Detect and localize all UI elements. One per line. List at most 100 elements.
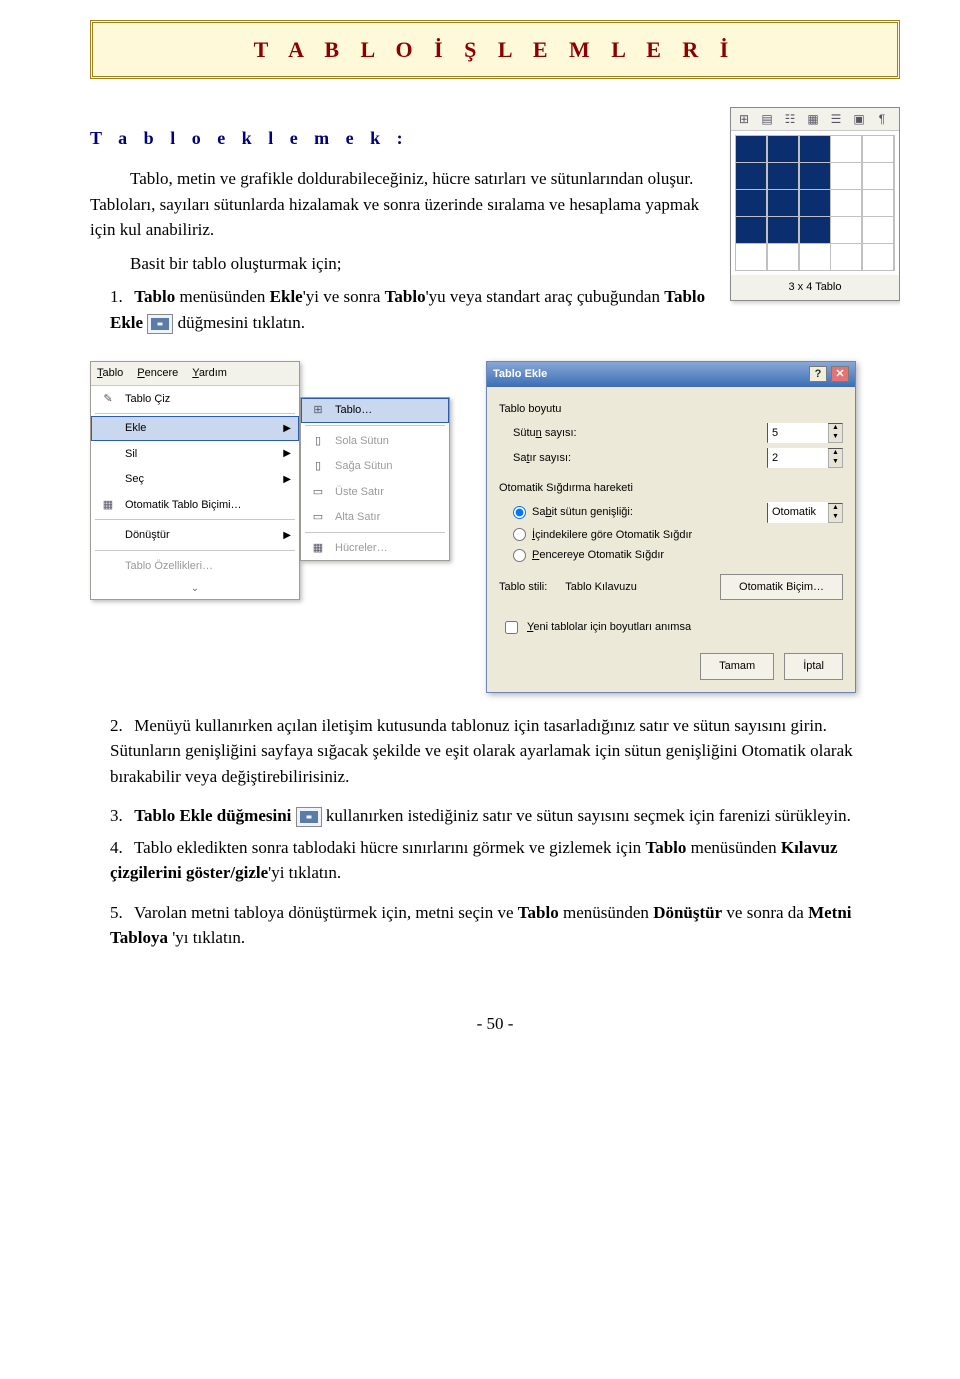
picker-cell[interactable] — [863, 244, 893, 270]
spin-up-icon[interactable]: ▲ — [828, 449, 842, 458]
submenu-item-label: Sola Sütun — [335, 433, 389, 450]
menu-bar-item[interactable]: Yardım — [192, 365, 227, 382]
menu-item-label: Otomatik Tablo Biçimi… — [125, 497, 242, 514]
close-button[interactable]: ✕ — [831, 366, 849, 382]
picker-cell[interactable] — [863, 136, 893, 162]
menu-separator — [95, 413, 295, 414]
picker-tool-icon[interactable]: ⊞ — [733, 110, 755, 128]
page-number: - 50 - — [90, 1011, 900, 1037]
picker-cell[interactable] — [768, 217, 798, 243]
menu-item[interactable]: Dönüştür▶ — [91, 522, 299, 548]
picker-cell[interactable] — [768, 163, 798, 189]
submenu-item: ▭Üste Satır — [301, 479, 449, 505]
picker-cell[interactable] — [736, 190, 766, 216]
spin-down-icon[interactable]: ▼ — [828, 513, 842, 522]
menu-item[interactable]: ✎Tablo Çiz — [91, 386, 299, 412]
column-count-spinner[interactable]: ▲▼ — [767, 423, 843, 443]
picker-tool-icon[interactable]: ☰ — [825, 110, 847, 128]
autofit-window-radio[interactable] — [513, 549, 526, 562]
picker-cell[interactable] — [831, 136, 861, 162]
tablo-ekle-dialog[interactable]: Tablo Ekle ? ✕ Tablo boyutu Sütun sayısı… — [486, 361, 856, 693]
autofit-content-radio[interactable] — [513, 528, 526, 541]
picker-cell[interactable] — [800, 244, 830, 270]
column-count-input[interactable] — [768, 423, 828, 444]
picker-tool-icon[interactable]: ▣ — [848, 110, 870, 128]
submenu-arrow-icon: ▶ — [283, 472, 291, 487]
menu-item-label: Dönüştür — [125, 527, 170, 544]
fixed-width-radio[interactable] — [513, 506, 526, 519]
step-5-text: Varolan metni tabloya dönüştürmek için, … — [110, 903, 852, 948]
step-4: 4. Tablo ekledikten sonra tablodaki hücr… — [110, 835, 900, 886]
picker-cell[interactable] — [736, 217, 766, 243]
picker-grid[interactable] — [735, 135, 895, 271]
dialog-titlebar[interactable]: Tablo Ekle ? ✕ — [487, 362, 855, 387]
step-2: 2. Menüyü kullanırken açılan iletişim ku… — [110, 713, 900, 790]
picker-cell[interactable] — [863, 217, 893, 243]
row-count-input[interactable] — [768, 448, 828, 469]
menu-bar-item[interactable]: Pencere — [137, 365, 178, 382]
submenu-item: ▯Sola Sütun — [301, 428, 449, 454]
submenu-item-label: Alta Satır — [335, 509, 380, 526]
picker-cell[interactable] — [831, 217, 861, 243]
dialog-body: Tablo boyutu Sütun sayısı: ▲▼ Satır sayı… — [487, 387, 855, 692]
picker-cell[interactable] — [736, 163, 766, 189]
menu-separator — [305, 425, 445, 426]
spin-down-icon[interactable]: ▼ — [828, 458, 842, 467]
fixed-width-spinner[interactable]: ▲▼ — [767, 503, 843, 523]
picker-cell[interactable] — [800, 136, 830, 162]
ok-button[interactable]: Tamam — [700, 653, 774, 680]
picker-cell[interactable] — [831, 163, 861, 189]
submenu-item: ▯Sağa Sütun — [301, 453, 449, 479]
remember-dimensions-checkbox[interactable] — [505, 621, 518, 634]
picker-cell[interactable] — [736, 136, 766, 162]
submenu-item-icon: ▦ — [309, 540, 327, 557]
picker-cell[interactable] — [831, 190, 861, 216]
picker-tool-icon[interactable]: ¶ — [871, 110, 893, 128]
submenu-item-icon: ▭ — [309, 484, 327, 501]
submenu-item[interactable]: ⊞ Tablo… — [301, 398, 449, 423]
picker-tool-icon[interactable]: ▤ — [756, 110, 778, 128]
picker-cell[interactable] — [768, 244, 798, 270]
menu-item[interactable]: ▦ Otomatik Tablo Biçimi… — [91, 492, 299, 518]
fixed-width-label: Sabit sütun genişliği: — [532, 504, 761, 521]
menu-item-label: Sil — [125, 446, 137, 463]
tablo-menu-screenshot: Tablo Pencere Yardım ✎Tablo Çiz Ekle▶ Sil ▶… — [90, 361, 450, 600]
submenu-panel[interactable]: ⊞ Tablo… ▯Sola Sütun▯Sağa Sütun▭Üste Satır… — [300, 397, 450, 561]
menu-item-icon: ▦ — [99, 497, 117, 514]
spin-up-icon[interactable]: ▲ — [828, 504, 842, 513]
picker-cell[interactable] — [800, 190, 830, 216]
menu-item[interactable]: Seç ▶ — [91, 466, 299, 492]
menu-expand-chevron-icon[interactable]: ⌄ — [91, 578, 299, 599]
picker-cell[interactable] — [800, 163, 830, 189]
picker-cell[interactable] — [768, 190, 798, 216]
picker-cell[interactable] — [863, 163, 893, 189]
group-title-size: Tablo boyutu — [499, 401, 843, 418]
menu-item[interactable]: Sil ▶ — [91, 441, 299, 467]
picker-cell[interactable] — [831, 244, 861, 270]
cancel-button[interactable]: İptal — [784, 653, 843, 680]
submenu-item-label: Tablo… — [335, 402, 372, 419]
picker-tool-icon[interactable]: ☷ — [779, 110, 801, 128]
autoformat-button[interactable]: Otomatik Biçim… — [720, 574, 843, 601]
picker-cell[interactable] — [800, 217, 830, 243]
spin-up-icon[interactable]: ▲ — [828, 424, 842, 433]
group-title-autofit: Otomatik Sığdırma hareketi — [499, 480, 843, 497]
menu-separator — [95, 519, 295, 520]
spin-down-icon[interactable]: ▼ — [828, 433, 842, 442]
help-button[interactable]: ? — [809, 366, 827, 382]
fixed-width-input[interactable] — [768, 502, 828, 523]
submenu-item-icon: ⊞ — [309, 402, 327, 419]
table-picker-popup[interactable]: ⊞ ▤ ☷ ▦ ☰ ▣ ¶ 3 x 4 Tablo — [730, 107, 900, 301]
picker-tool-icon[interactable]: ▦ — [802, 110, 824, 128]
submenu-arrow-icon: ▶ — [283, 446, 291, 461]
picker-cell[interactable] — [863, 190, 893, 216]
menu-item-label: Seç — [125, 471, 144, 488]
picker-cell[interactable] — [768, 136, 798, 162]
picker-cell[interactable] — [736, 244, 766, 270]
row-count-spinner[interactable]: ▲▼ — [767, 448, 843, 468]
submenu-item: ▦Hücreler… — [301, 535, 449, 561]
menu-item[interactable]: Ekle▶ — [91, 416, 299, 441]
menu-bar-item[interactable]: Tablo — [97, 365, 123, 382]
insert-table-icon — [147, 314, 173, 334]
menu-panel[interactable]: Tablo Pencere Yardım ✎Tablo Çiz Ekle▶ Sil ▶… — [90, 361, 300, 600]
